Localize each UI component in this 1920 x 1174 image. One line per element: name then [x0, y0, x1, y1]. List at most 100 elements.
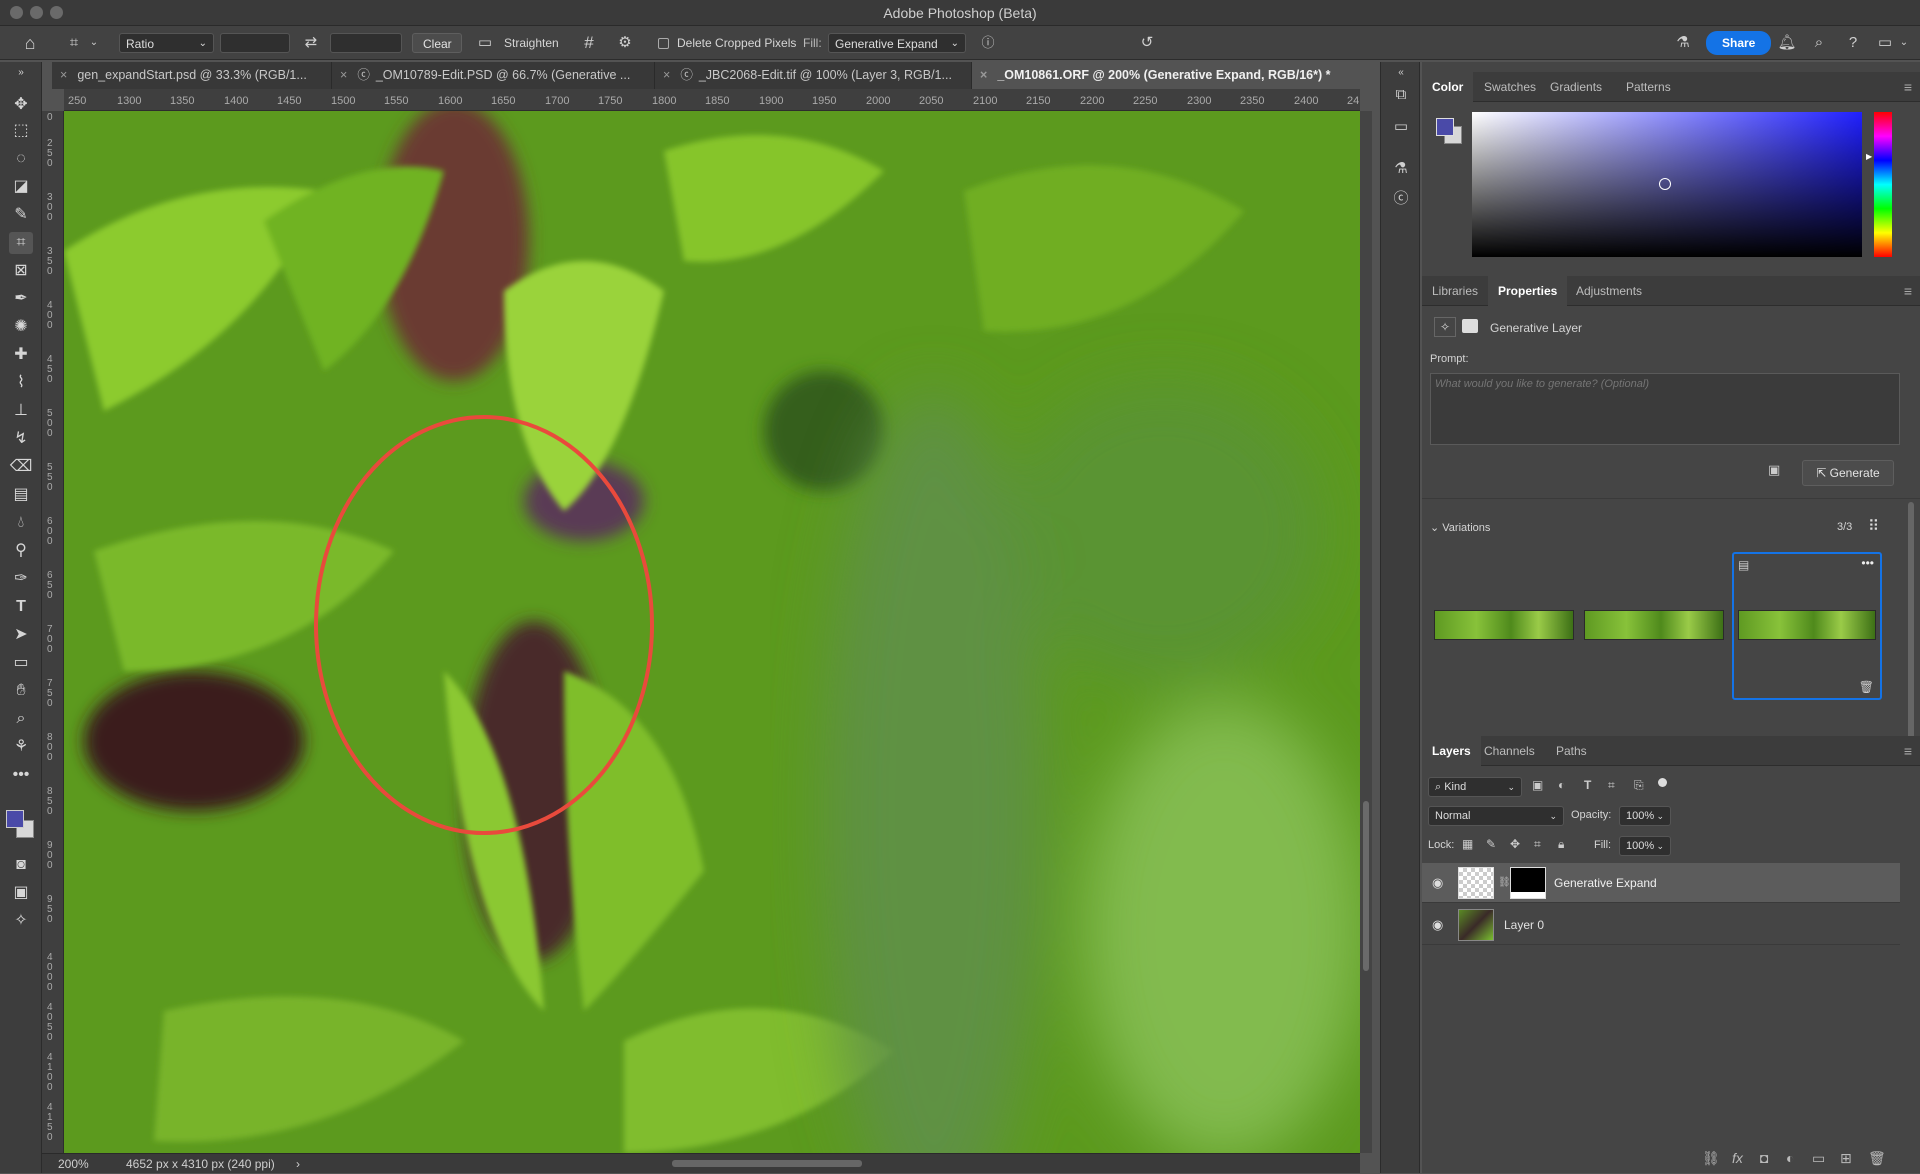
- marquee-tool-icon[interactable]: ⬚: [9, 120, 33, 142]
- lock-transparency-icon[interactable]: ▦: [1462, 837, 1473, 851]
- filter-adjustment-icon[interactable]: ◐: [1558, 778, 1565, 792]
- layer-mask-thumbnail[interactable]: [1510, 867, 1546, 899]
- properties-scrollbar[interactable]: [1908, 502, 1914, 764]
- healing-brush-icon[interactable]: ✚: [9, 344, 33, 366]
- layer-row-generative-expand[interactable]: ◉ ⛓︎ Generative Expand: [1422, 863, 1900, 903]
- close-tab-icon[interactable]: ×: [340, 68, 347, 82]
- generate-button[interactable]: ⇱ Generate: [1802, 460, 1894, 486]
- blend-mode-select[interactable]: Normal ⌄: [1428, 806, 1564, 826]
- zoom-level[interactable]: 200%: [58, 1154, 89, 1174]
- tab-patterns[interactable]: Patterns: [1616, 72, 1681, 102]
- eye-icon[interactable]: ◉: [1432, 917, 1443, 933]
- variation-thumbnail-3[interactable]: [1738, 610, 1876, 640]
- lock-pixels-icon[interactable]: ✎: [1486, 837, 1496, 851]
- tab-color[interactable]: Color: [1422, 72, 1474, 102]
- adjustment-layer-icon[interactable]: ◐: [1786, 1146, 1794, 1170]
- eyedropper-icon[interactable]: ✒: [9, 288, 33, 310]
- fill-select[interactable]: Generative Expand ⌄: [828, 33, 966, 53]
- pen-tool-icon[interactable]: ✑: [9, 568, 33, 590]
- document-canvas[interactable]: [64, 111, 1360, 1153]
- straighten-icon[interactable]: ▭: [474, 33, 496, 53]
- camera-raw-icon[interactable]: ⓒ: [1390, 188, 1412, 210]
- variation-info-icon[interactable]: ▤: [1738, 558, 1749, 572]
- variation-thumbnail-1[interactable]: [1434, 610, 1574, 640]
- delete-cropped-checkbox[interactable]: [658, 38, 669, 49]
- ratio-width-input[interactable]: [220, 33, 290, 53]
- delete-cropped-label[interactable]: Delete Cropped Pixels: [677, 33, 796, 53]
- rectangle-tool-icon[interactable]: ▭: [9, 652, 33, 674]
- opacity-input[interactable]: 100% ⌄: [1619, 806, 1671, 826]
- tab-om10789[interactable]: × ⓒ _OM10789-Edit.PSD @ 66.7% (Generative …: [332, 62, 655, 89]
- history-icon[interactable]: ⧉: [1390, 84, 1412, 106]
- zoom-tool-icon[interactable]: ⌕: [9, 708, 33, 730]
- screen-mode-icon[interactable]: ▣: [9, 882, 33, 904]
- gear-icon[interactable]: ⚙: [614, 33, 636, 53]
- layer-row-layer-0[interactable]: ◉ Layer 0: [1422, 905, 1900, 945]
- workspace-icon[interactable]: ▭: [1874, 33, 1896, 53]
- trash-icon[interactable]: 🗑︎: [1868, 1146, 1886, 1170]
- folder-icon[interactable]: ▭: [1812, 1146, 1825, 1170]
- chevron-down-icon[interactable]: ⌄: [1898, 33, 1910, 53]
- search-icon[interactable]: ⌕: [1808, 33, 1830, 53]
- history-brush-icon[interactable]: ↯: [9, 428, 33, 450]
- path-select-icon[interactable]: ➤: [9, 624, 33, 646]
- prompt-input[interactable]: [1430, 373, 1900, 445]
- bell-icon[interactable]: 🔔︎: [1776, 33, 1798, 53]
- more-icon[interactable]: •••: [1861, 556, 1874, 570]
- add-mask-icon[interactable]: ◘: [1760, 1146, 1768, 1170]
- tab-adjustments[interactable]: Adjustments: [1566, 276, 1652, 306]
- tab-jbc2068[interactable]: × ⓒ _JBC2068-Edit.tif @ 100% (Layer 3, RGB…: [655, 62, 972, 89]
- close-tab-icon[interactable]: ×: [980, 68, 987, 82]
- help-icon[interactable]: ?: [1842, 33, 1864, 53]
- tab-gen-expand-start[interactable]: × gen_expandStart.psd @ 33.3% (RGB/1...: [52, 62, 332, 89]
- home-icon[interactable]: ⌂: [18, 33, 42, 53]
- variation-3-selected[interactable]: ▤ ••• 🗑︎: [1732, 552, 1882, 700]
- new-layer-icon[interactable]: ⊞: [1840, 1146, 1852, 1170]
- ratio-select[interactable]: Ratio ⌄: [119, 33, 214, 53]
- tab-channels[interactable]: Channels: [1474, 736, 1545, 766]
- spot-heal-icon[interactable]: ✺: [9, 316, 33, 338]
- share-button[interactable]: Share: [1706, 31, 1772, 55]
- brush-tool-icon[interactable]: ⌇: [9, 372, 33, 394]
- dodge-icon[interactable]: ⚲: [9, 540, 33, 562]
- variation-thumbnail-2[interactable]: [1584, 610, 1724, 640]
- clear-button[interactable]: Clear: [412, 33, 462, 53]
- scrollbar-thumb[interactable]: [1363, 801, 1369, 971]
- info-icon[interactable]: ⓘ: [978, 33, 998, 53]
- quick-mask-icon[interactable]: ◙: [9, 854, 33, 876]
- eraser-icon[interactable]: ⌫: [9, 456, 33, 478]
- type-tool-icon[interactable]: T: [9, 596, 33, 618]
- frame-tool-icon[interactable]: ⊠: [9, 260, 33, 282]
- straighten-label[interactable]: Straighten: [504, 33, 559, 53]
- link-icon[interactable]: ⛓︎: [1498, 877, 1511, 888]
- comment-icon[interactable]: ▭: [1390, 116, 1412, 138]
- stamp-tool-icon[interactable]: ⊥: [9, 400, 33, 422]
- move-tool-icon[interactable]: ✥: [9, 94, 33, 116]
- tab-om10861[interactable]: × _OM10861.ORF @ 200% (Generative Expand,…: [972, 62, 1382, 89]
- fill-input[interactable]: 100% ⌄: [1619, 836, 1671, 856]
- blur-icon[interactable]: 💧︎: [9, 512, 33, 534]
- filter-smart-object-icon[interactable]: ⎘: [1634, 778, 1644, 793]
- lock-artboard-icon[interactable]: ⌗: [1534, 837, 1541, 852]
- reset-icon[interactable]: ↺: [1136, 33, 1158, 53]
- panel-menu-icon[interactable]: ≡: [1904, 276, 1912, 306]
- collapse-icon[interactable]: «: [1390, 62, 1412, 84]
- color-picker-handle[interactable]: [1659, 178, 1671, 190]
- hue-slider[interactable]: [1874, 112, 1892, 257]
- tab-libraries[interactable]: Libraries: [1422, 276, 1488, 306]
- flask-icon[interactable]: ⚗: [1672, 33, 1694, 53]
- reference-image-icon[interactable]: ▣: [1768, 462, 1788, 482]
- close-tab-icon[interactable]: ×: [60, 68, 67, 82]
- trash-icon[interactable]: 🗑︎: [1859, 680, 1874, 694]
- generative-icon[interactable]: ✧: [9, 910, 33, 932]
- lock-position-icon[interactable]: ✥: [1510, 837, 1520, 851]
- filter-type-icon[interactable]: T: [1584, 778, 1591, 792]
- foreground-color-swatch[interactable]: [1436, 118, 1454, 136]
- grid-view-icon[interactable]: ⠿: [1868, 517, 1879, 535]
- collapse-icon[interactable]: »: [9, 62, 33, 84]
- gradient-icon[interactable]: ▤: [9, 484, 33, 506]
- hand-tool-icon[interactable]: ✋︎: [9, 680, 33, 702]
- lasso-tool-icon[interactable]: ◌: [9, 148, 33, 170]
- crop-tool-icon[interactable]: ⌗: [62, 33, 86, 53]
- swap-icon[interactable]: ⇄: [300, 33, 322, 53]
